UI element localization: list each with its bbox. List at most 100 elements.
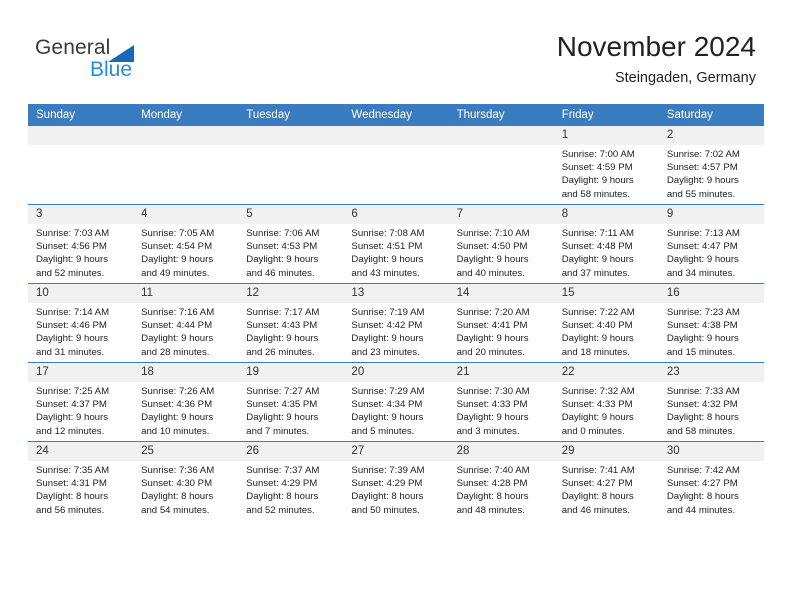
day-detail-daylight-line2: and 48 minutes. bbox=[456, 504, 525, 516]
calendar-day-cell[interactable]: 22 Sunrise: 7:32 AM Sunset: 4:33 PM Dayligh… bbox=[553, 362, 659, 442]
day-detail-sunset: Sunset: 4:43 PM bbox=[246, 320, 318, 332]
calendar-day-cell[interactable]: 24 Sunrise: 7:35 AM Sunset: 4:31 PM Dayligh… bbox=[28, 441, 134, 520]
day-details: Sunrise: 7:11 AM Sunset: 4:48 PM Daylight:… bbox=[554, 224, 659, 280]
day-detail-sunset: Sunset: 4:44 PM bbox=[141, 320, 213, 332]
day-details: Sunrise: 7:08 AM Sunset: 4:51 PM Daylight:… bbox=[343, 224, 448, 280]
day-details: Sunrise: 7:39 AM Sunset: 4:29 PM Daylight:… bbox=[343, 461, 448, 517]
calendar-day-cell[interactable]: 15 Sunrise: 7:22 AM Sunset: 4:40 PM Dayligh… bbox=[553, 283, 659, 363]
day-detail-sunset: Sunset: 4:59 PM bbox=[561, 162, 633, 174]
day-number: 13 bbox=[343, 284, 449, 303]
calendar-day-cell[interactable]: 21 Sunrise: 7:30 AM Sunset: 4:33 PM Dayligh… bbox=[448, 362, 554, 442]
calendar-day-cell[interactable]: 11 Sunrise: 7:16 AM Sunset: 4:44 PM Dayligh… bbox=[133, 283, 239, 363]
calendar-day-cell[interactable]: 27 Sunrise: 7:39 AM Sunset: 4:29 PM Dayligh… bbox=[343, 441, 449, 520]
day-detail-sunrise: Sunrise: 7:00 AM bbox=[561, 149, 635, 160]
calendar-day-cell-empty bbox=[28, 126, 134, 205]
calendar-day-cell-empty bbox=[343, 126, 449, 205]
day-detail-daylight-line1: Daylight: 8 hours bbox=[351, 491, 424, 503]
day-detail-sunset: Sunset: 4:29 PM bbox=[351, 478, 423, 490]
weekday-header-tuesday: Tuesday bbox=[238, 104, 344, 126]
calendar-day-cell[interactable]: 23 Sunrise: 7:33 AM Sunset: 4:32 PM Dayligh… bbox=[658, 362, 764, 442]
calendar-week-row: 3 Sunrise: 7:03 AM Sunset: 4:56 PM Daylight… bbox=[28, 204, 764, 284]
day-number: 14 bbox=[448, 284, 554, 303]
day-detail-daylight-line2: and 40 minutes. bbox=[456, 267, 525, 279]
day-number: 9 bbox=[658, 205, 764, 224]
day-details: Sunrise: 7:17 AM Sunset: 4:43 PM Daylight:… bbox=[238, 303, 343, 359]
day-detail-daylight-line2: and 46 minutes. bbox=[561, 504, 630, 516]
calendar-day-cell[interactable]: 12 Sunrise: 7:17 AM Sunset: 4:43 PM Dayligh… bbox=[238, 283, 344, 363]
day-detail-daylight-line1: Daylight: 8 hours bbox=[561, 491, 634, 503]
day-number: 22 bbox=[553, 363, 659, 382]
day-number: 1 bbox=[553, 126, 659, 145]
day-detail-daylight-line2: and 43 minutes. bbox=[351, 267, 420, 279]
day-detail-sunset: Sunset: 4:30 PM bbox=[141, 478, 213, 490]
day-detail-daylight-line1: Daylight: 9 hours bbox=[666, 333, 739, 345]
day-number: 15 bbox=[553, 284, 659, 303]
day-detail-daylight-line2: and 0 minutes. bbox=[561, 425, 625, 437]
day-detail-daylight-line1: Daylight: 9 hours bbox=[246, 412, 319, 424]
calendar-day-cell[interactable]: 9 Sunrise: 7:13 AM Sunset: 4:47 PM Daylight… bbox=[658, 204, 764, 284]
day-detail-daylight-line1: Daylight: 9 hours bbox=[141, 254, 214, 266]
calendar-day-cell[interactable]: 3 Sunrise: 7:03 AM Sunset: 4:56 PM Daylight… bbox=[28, 204, 134, 284]
day-details: Sunrise: 7:33 AM Sunset: 4:32 PM Daylight:… bbox=[659, 382, 764, 438]
calendar-day-cell[interactable]: 13 Sunrise: 7:19 AM Sunset: 4:42 PM Dayligh… bbox=[343, 283, 449, 363]
calendar-day-cell[interactable]: 4 Sunrise: 7:05 AM Sunset: 4:54 PM Daylight… bbox=[133, 204, 239, 284]
day-detail-sunrise: Sunrise: 7:29 AM bbox=[351, 386, 425, 397]
calendar-day-cell[interactable]: 10 Sunrise: 7:14 AM Sunset: 4:46 PM Dayligh… bbox=[28, 283, 134, 363]
calendar-day-cell[interactable]: 30 Sunrise: 7:42 AM Sunset: 4:27 PM Dayligh… bbox=[658, 441, 764, 520]
day-detail-daylight-line2: and 12 minutes. bbox=[36, 425, 105, 437]
calendar-day-cell[interactable]: 1 Sunrise: 7:00 AM Sunset: 4:59 PM Daylight… bbox=[553, 126, 659, 205]
calendar-day-cell-empty bbox=[448, 126, 554, 205]
calendar-day-cell[interactable]: 29 Sunrise: 7:41 AM Sunset: 4:27 PM Dayligh… bbox=[553, 441, 659, 520]
day-detail-daylight-line1: Daylight: 8 hours bbox=[666, 491, 739, 503]
day-number: 29 bbox=[553, 442, 659, 461]
day-number bbox=[238, 126, 344, 145]
day-detail-daylight-line1: Daylight: 9 hours bbox=[456, 254, 529, 266]
day-detail-daylight-line2: and 7 minutes. bbox=[246, 425, 310, 437]
day-number: 6 bbox=[343, 205, 449, 224]
day-detail-daylight-line1: Daylight: 9 hours bbox=[561, 412, 634, 424]
day-detail-daylight-line2: and 10 minutes. bbox=[141, 425, 210, 437]
day-detail-sunset: Sunset: 4:29 PM bbox=[246, 478, 318, 490]
calendar-day-cell[interactable]: 6 Sunrise: 7:08 AM Sunset: 4:51 PM Daylight… bbox=[343, 204, 449, 284]
day-detail-sunset: Sunset: 4:47 PM bbox=[666, 241, 738, 253]
day-details: Sunrise: 7:42 AM Sunset: 4:27 PM Daylight:… bbox=[659, 461, 764, 517]
day-detail-daylight-line2: and 56 minutes. bbox=[36, 504, 105, 516]
day-details: Sunrise: 7:16 AM Sunset: 4:44 PM Daylight:… bbox=[133, 303, 238, 359]
calendar-day-cell[interactable]: 16 Sunrise: 7:23 AM Sunset: 4:38 PM Dayligh… bbox=[658, 283, 764, 363]
calendar-day-cell[interactable]: 18 Sunrise: 7:26 AM Sunset: 4:36 PM Dayligh… bbox=[133, 362, 239, 442]
day-details: Sunrise: 7:22 AM Sunset: 4:40 PM Daylight:… bbox=[554, 303, 659, 359]
day-detail-sunset: Sunset: 4:40 PM bbox=[561, 320, 633, 332]
calendar-day-cell[interactable]: 19 Sunrise: 7:27 AM Sunset: 4:35 PM Dayligh… bbox=[238, 362, 344, 442]
calendar-day-cell[interactable]: 8 Sunrise: 7:11 AM Sunset: 4:48 PM Daylight… bbox=[553, 204, 659, 284]
calendar-day-cell[interactable]: 28 Sunrise: 7:40 AM Sunset: 4:28 PM Dayligh… bbox=[448, 441, 554, 520]
calendar-day-cell[interactable]: 20 Sunrise: 7:29 AM Sunset: 4:34 PM Dayligh… bbox=[343, 362, 449, 442]
day-number: 24 bbox=[28, 442, 134, 461]
day-number: 21 bbox=[448, 363, 554, 382]
day-detail-sunset: Sunset: 4:38 PM bbox=[666, 320, 738, 332]
calendar-day-cell[interactable]: 2 Sunrise: 7:02 AM Sunset: 4:57 PM Daylight… bbox=[658, 126, 764, 205]
general-blue-logo[interactable]: General Blue bbox=[35, 36, 215, 86]
day-number bbox=[28, 126, 134, 145]
day-detail-daylight-line2: and 46 minutes. bbox=[246, 267, 315, 279]
day-details: Sunrise: 7:19 AM Sunset: 4:42 PM Daylight:… bbox=[343, 303, 448, 359]
day-number: 19 bbox=[238, 363, 344, 382]
day-detail-sunset: Sunset: 4:33 PM bbox=[456, 399, 528, 411]
calendar-day-cell[interactable]: 14 Sunrise: 7:20 AM Sunset: 4:41 PM Dayligh… bbox=[448, 283, 554, 363]
day-details: Sunrise: 7:26 AM Sunset: 4:36 PM Daylight:… bbox=[133, 382, 238, 438]
logo-text-blue: Blue bbox=[90, 58, 133, 81]
day-detail-daylight-line1: Daylight: 9 hours bbox=[141, 412, 214, 424]
day-detail-sunset: Sunset: 4:27 PM bbox=[561, 478, 633, 490]
day-detail-daylight-line1: Daylight: 9 hours bbox=[456, 412, 529, 424]
calendar-day-cell[interactable]: 26 Sunrise: 7:37 AM Sunset: 4:29 PM Dayligh… bbox=[238, 441, 344, 520]
day-detail-sunset: Sunset: 4:50 PM bbox=[456, 241, 528, 253]
calendar-day-cell[interactable]: 17 Sunrise: 7:25 AM Sunset: 4:37 PM Dayligh… bbox=[28, 362, 134, 442]
day-detail-daylight-line1: Daylight: 9 hours bbox=[666, 254, 739, 266]
day-detail-sunrise: Sunrise: 7:11 AM bbox=[561, 228, 635, 239]
calendar-day-cell[interactable]: 25 Sunrise: 7:36 AM Sunset: 4:30 PM Dayligh… bbox=[133, 441, 239, 520]
day-detail-daylight-line2: and 37 minutes. bbox=[561, 267, 630, 279]
calendar-day-cell[interactable]: 7 Sunrise: 7:10 AM Sunset: 4:50 PM Daylight… bbox=[448, 204, 554, 284]
day-detail-daylight-line1: Daylight: 9 hours bbox=[456, 333, 529, 345]
day-detail-daylight-line1: Daylight: 9 hours bbox=[561, 254, 634, 266]
calendar-day-cell[interactable]: 5 Sunrise: 7:06 AM Sunset: 4:53 PM Daylight… bbox=[238, 204, 344, 284]
day-detail-sunrise: Sunrise: 7:14 AM bbox=[36, 307, 110, 318]
